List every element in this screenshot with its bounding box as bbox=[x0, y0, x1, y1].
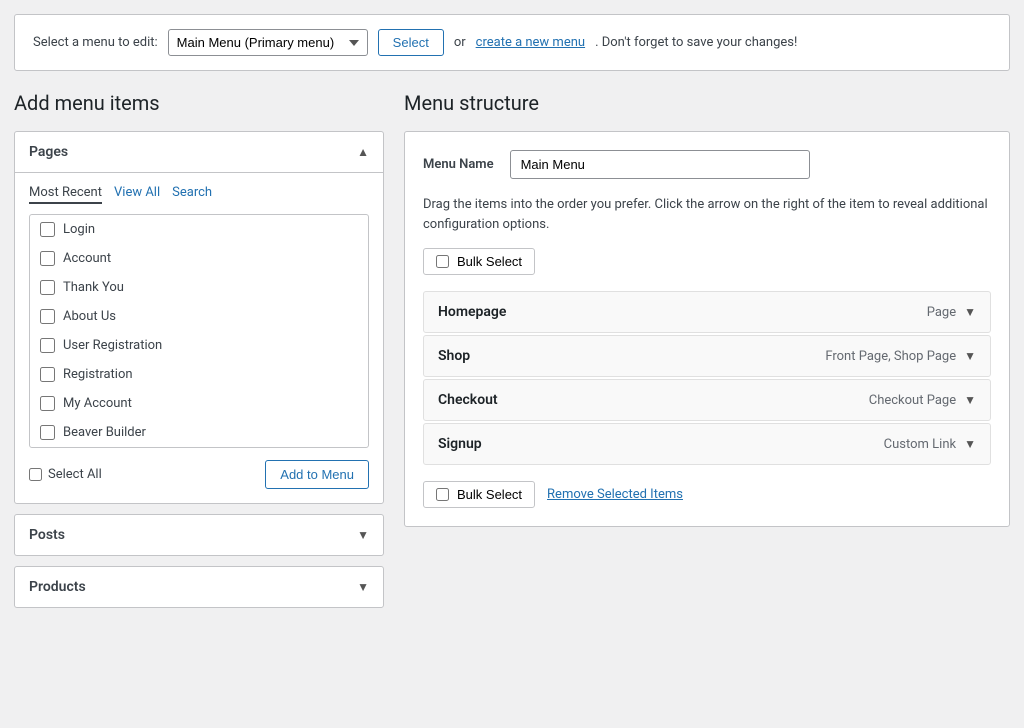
bulk-select-top-button[interactable]: Bulk Select bbox=[423, 248, 535, 275]
pages-accordion-header[interactable]: Pages ▲ bbox=[15, 132, 383, 172]
menu-structure-title: Menu structure bbox=[404, 91, 1010, 115]
menu-item-row[interactable]: Checkout Checkout Page ▼ bbox=[423, 379, 991, 421]
menu-item-label: Signup bbox=[438, 436, 482, 452]
menu-item-label: Homepage bbox=[438, 304, 506, 320]
tab-most-recent[interactable]: Most Recent bbox=[29, 185, 102, 204]
menu-item-row[interactable]: Homepage Page ▼ bbox=[423, 291, 991, 333]
main-content: Add menu items Pages ▲ Most Recent View … bbox=[0, 71, 1024, 638]
page-label: Login bbox=[63, 222, 95, 237]
menu-structure-box: Menu Name Drag the items into the order … bbox=[404, 131, 1010, 527]
menu-item-meta-row: Custom Link ▼ bbox=[884, 437, 976, 452]
add-to-menu-button[interactable]: Add to Menu bbox=[265, 460, 369, 489]
menu-items-list: HomepagePage▼ShopFront Page, Shop Page▼C… bbox=[423, 291, 991, 465]
menu-item-meta-row: Checkout Page ▼ bbox=[869, 393, 976, 408]
menu-item-meta: Custom Link bbox=[884, 437, 956, 452]
page-checkbox[interactable] bbox=[40, 338, 55, 353]
drag-hint: Drag the items into the order you prefer… bbox=[423, 195, 991, 234]
right-panel: Menu structure Menu Name Drag the items … bbox=[404, 91, 1010, 618]
list-item: Account bbox=[30, 244, 368, 273]
list-item: About Us bbox=[30, 302, 368, 331]
top-bar: Select a menu to edit: Main Menu (Primar… bbox=[14, 14, 1010, 71]
page-label: Account bbox=[63, 251, 111, 266]
bulk-select-top-checkbox[interactable] bbox=[436, 255, 449, 268]
pages-accordion: Pages ▲ Most Recent View All Search Logi… bbox=[14, 131, 384, 504]
select-all-label[interactable]: Select All bbox=[29, 467, 102, 482]
list-item: Thank You bbox=[30, 273, 368, 302]
menu-name-row: Menu Name bbox=[423, 150, 991, 179]
pages-tabs-row: Most Recent View All Search bbox=[29, 185, 369, 204]
page-checkbox[interactable] bbox=[40, 425, 55, 440]
bulk-select-bottom-label: Bulk Select bbox=[457, 487, 522, 502]
products-accordion: Products ▼ bbox=[14, 566, 384, 608]
create-new-menu-link[interactable]: create a new menu bbox=[476, 35, 585, 50]
menu-item-meta-row: Page ▼ bbox=[927, 305, 976, 320]
reminder-text: . Don't forget to save your changes! bbox=[595, 35, 797, 50]
select-all-checkbox[interactable] bbox=[29, 468, 42, 481]
menu-item-chevron-icon: ▼ bbox=[964, 437, 976, 451]
select-menu-label: Select a menu to edit: bbox=[33, 35, 158, 50]
bulk-select-top-row: Bulk Select bbox=[423, 248, 991, 275]
page-checkbox[interactable] bbox=[40, 280, 55, 295]
menu-item-label: Checkout bbox=[438, 392, 498, 408]
products-accordion-label: Products bbox=[29, 579, 86, 595]
tab-search[interactable]: Search bbox=[172, 185, 212, 204]
page-checkbox[interactable] bbox=[40, 367, 55, 382]
menu-item-meta: Page bbox=[927, 305, 956, 320]
list-item: Beaver Builder bbox=[30, 418, 368, 447]
menu-name-label: Menu Name bbox=[423, 157, 494, 172]
page-checkbox[interactable] bbox=[40, 309, 55, 324]
menu-item-chevron-icon: ▼ bbox=[964, 393, 976, 407]
pages-list: Login Account Thank You About Us User Regist… bbox=[29, 214, 369, 448]
page-label: Registration bbox=[63, 367, 133, 382]
page-label: My Account bbox=[63, 396, 132, 411]
posts-accordion: Posts ▼ bbox=[14, 514, 384, 556]
or-text: or bbox=[454, 35, 466, 50]
pages-accordion-arrow: ▲ bbox=[357, 145, 369, 159]
menu-item-chevron-icon: ▼ bbox=[964, 349, 976, 363]
page-label: About Us bbox=[63, 309, 116, 324]
menu-item-meta: Front Page, Shop Page bbox=[825, 349, 956, 364]
remove-selected-link[interactable]: Remove Selected Items bbox=[547, 487, 683, 502]
menu-item-chevron-icon: ▼ bbox=[964, 305, 976, 319]
pages-accordion-body: Most Recent View All Search Login Account… bbox=[15, 172, 383, 503]
select-button[interactable]: Select bbox=[378, 29, 444, 56]
menu-name-input[interactable] bbox=[510, 150, 810, 179]
posts-accordion-label: Posts bbox=[29, 527, 65, 543]
page-checkbox[interactable] bbox=[40, 222, 55, 237]
page-checkbox[interactable] bbox=[40, 251, 55, 266]
list-item: Login bbox=[30, 215, 368, 244]
tab-view-all[interactable]: View All bbox=[114, 185, 160, 204]
menu-item-label: Shop bbox=[438, 348, 470, 364]
pages-bottom-row: Select All Add to Menu bbox=[29, 460, 369, 489]
page-label: Thank You bbox=[63, 280, 124, 295]
menu-item-row[interactable]: Signup Custom Link ▼ bbox=[423, 423, 991, 465]
add-menu-items-title: Add menu items bbox=[14, 91, 384, 115]
posts-accordion-header[interactable]: Posts ▼ bbox=[15, 515, 383, 555]
posts-accordion-arrow: ▼ bbox=[357, 528, 369, 542]
page-checkbox[interactable] bbox=[40, 396, 55, 411]
bulk-select-bottom-checkbox[interactable] bbox=[436, 488, 449, 501]
menu-item-row[interactable]: Shop Front Page, Shop Page ▼ bbox=[423, 335, 991, 377]
menu-item-meta: Checkout Page bbox=[869, 393, 956, 408]
list-item: My Account bbox=[30, 389, 368, 418]
left-panel: Add menu items Pages ▲ Most Recent View … bbox=[14, 91, 384, 618]
bulk-select-top-label: Bulk Select bbox=[457, 254, 522, 269]
menu-item-meta-row: Front Page, Shop Page ▼ bbox=[825, 349, 976, 364]
menu-select-dropdown[interactable]: Main Menu (Primary menu) bbox=[168, 29, 368, 56]
page-label: User Registration bbox=[63, 338, 162, 353]
bulk-select-bottom-button[interactable]: Bulk Select bbox=[423, 481, 535, 508]
page-label: Beaver Builder bbox=[63, 425, 146, 440]
bulk-select-bottom-row: Bulk Select Remove Selected Items bbox=[423, 481, 991, 508]
products-accordion-header[interactable]: Products ▼ bbox=[15, 567, 383, 607]
pages-accordion-label: Pages bbox=[29, 144, 68, 160]
products-accordion-arrow: ▼ bbox=[357, 580, 369, 594]
list-item: Registration bbox=[30, 360, 368, 389]
list-item: User Registration bbox=[30, 331, 368, 360]
